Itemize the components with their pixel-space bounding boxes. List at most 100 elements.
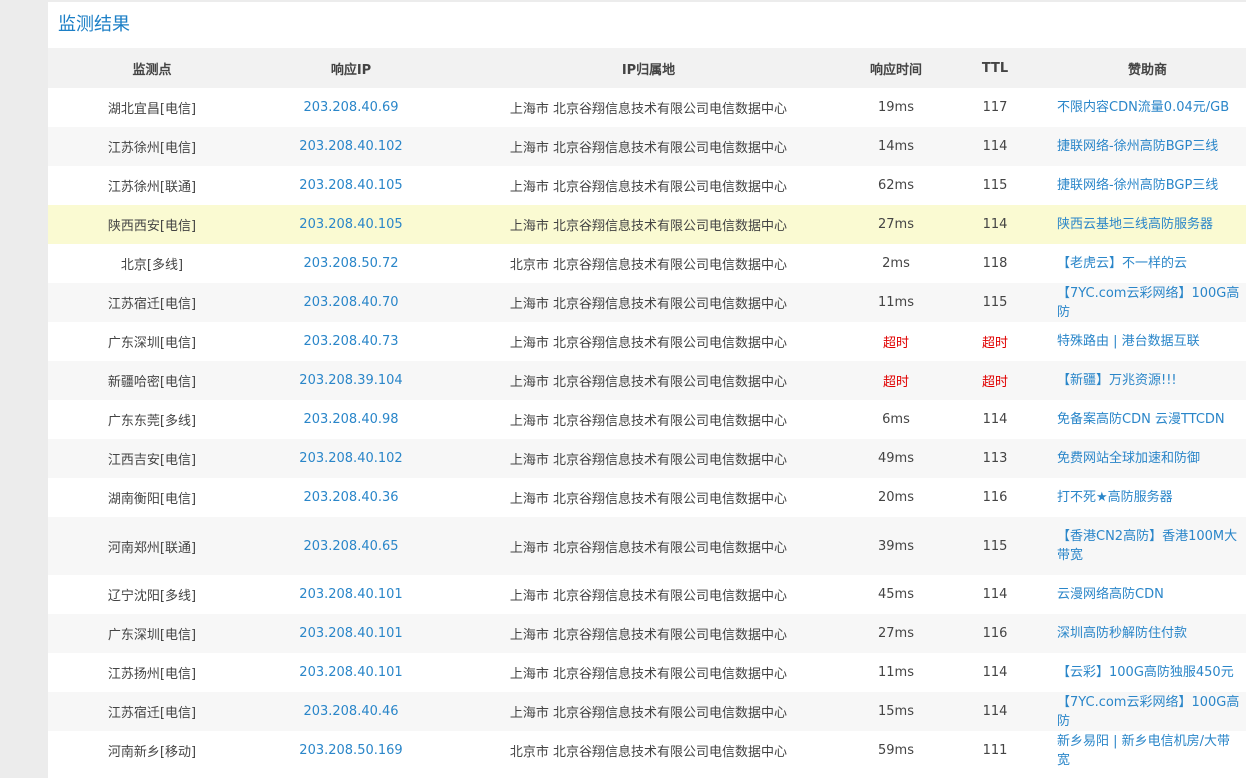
table-row: 江苏宿迁[电信] 203.208.40.46 上海市 北京谷翔信息技术有限公司电信数…: [48, 692, 1246, 731]
ip-location: 上海市 北京谷翔信息技术有限公司电信数据中心: [509, 589, 788, 604]
ttl-value: 116: [982, 490, 1008, 505]
response-time: 6ms: [882, 412, 910, 427]
ip-location: 上海市 北京谷翔信息技术有限公司电信数据中心: [509, 102, 788, 117]
ip-location: 上海市 北京谷翔信息技术有限公司电信数据中心: [509, 336, 788, 351]
monitor-point: 江苏扬州[电信]: [107, 667, 197, 682]
ttl-value: 115: [982, 178, 1008, 193]
sponsor-link[interactable]: 【老虎云】不一样的云: [1049, 244, 1246, 283]
ip-location: 上海市 北京谷翔信息技术有限公司电信数据中心: [509, 628, 788, 643]
ttl-value: 111: [982, 743, 1008, 758]
table-row: 江苏宿迁[电信] 203.208.40.70 上海市 北京谷翔信息技术有限公司电信数…: [48, 283, 1246, 322]
response-ip-link[interactable]: 203.208.50.72: [256, 244, 446, 283]
sponsor-link[interactable]: 【云彩】100G高防独服450元: [1049, 653, 1246, 692]
table-row: 湖北宜昌[电信] 203.208.40.69 上海市 北京谷翔信息技术有限公司电信数…: [48, 88, 1246, 127]
response-ip-link[interactable]: 203.208.39.104: [256, 361, 446, 400]
header-sponsor: 赞助商: [1127, 62, 1167, 78]
response-ip-link[interactable]: 203.208.40.102: [256, 439, 446, 478]
monitor-point: 湖南衡阳[电信]: [107, 492, 197, 507]
header-time: 响应时间: [869, 62, 922, 78]
response-time: 14ms: [878, 139, 914, 154]
header-point: 监测点: [132, 62, 172, 78]
ip-location: 上海市 北京谷翔信息技术有限公司电信数据中心: [509, 667, 788, 682]
monitor-point: 新疆哈密[电信]: [107, 375, 197, 390]
response-time: 27ms: [878, 626, 914, 641]
response-ip-link[interactable]: 203.208.40.46: [256, 692, 446, 731]
response-ip-link[interactable]: 203.208.40.101: [256, 614, 446, 653]
sponsor-link[interactable]: 免费网站全球加速和防御: [1049, 439, 1246, 478]
table-body: 湖北宜昌[电信] 203.208.40.69 上海市 北京谷翔信息技术有限公司电信数…: [48, 88, 1246, 770]
ip-location: 上海市 北京谷翔信息技术有限公司电信数据中心: [509, 141, 788, 156]
ttl-value: 超时: [981, 375, 1008, 390]
sponsor-link[interactable]: 【7YC.com云彩网络】100G高防: [1049, 692, 1246, 731]
ttl-value: 114: [982, 587, 1008, 602]
header-location: IP归属地: [621, 62, 676, 78]
sponsor-link[interactable]: 打不死★高防服务器: [1049, 478, 1246, 517]
ttl-value: 114: [982, 412, 1008, 427]
monitor-point: 江西吉安[电信]: [107, 453, 197, 468]
results-table: 监测点 响应IP IP归属地 响应时间 TTL 赞助商 湖北宜昌[电信] 203.…: [48, 48, 1246, 770]
ip-location: 上海市 北京谷翔信息技术有限公司电信数据中心: [509, 375, 788, 390]
ip-location: 上海市 北京谷翔信息技术有限公司电信数据中心: [509, 492, 788, 507]
monitor-point: 陕西西安[电信]: [107, 219, 197, 234]
response-ip-link[interactable]: 203.208.40.105: [256, 205, 446, 244]
sponsor-link[interactable]: 特殊路由 | 港台数据互联: [1049, 322, 1246, 361]
table-header-row: 监测点 响应IP IP归属地 响应时间 TTL 赞助商: [48, 48, 1246, 88]
response-ip-link[interactable]: 203.208.40.70: [256, 283, 446, 322]
ip-location: 上海市 北京谷翔信息技术有限公司电信数据中心: [509, 453, 788, 468]
results-panel: 监测结果 监测点 响应IP IP归属地 响应时间 TTL 赞助商 湖北宜昌[电信…: [48, 2, 1246, 778]
ip-location: 上海市 北京谷翔信息技术有限公司电信数据中心: [509, 706, 788, 721]
response-time: 20ms: [878, 490, 914, 505]
response-time: 39ms: [878, 538, 914, 554]
sponsor-link[interactable]: 新乡易阳 | 新乡电信机房/大带宽: [1049, 731, 1246, 770]
response-ip-link[interactable]: 203.208.40.101: [256, 653, 446, 692]
response-time: 45ms: [878, 587, 914, 602]
monitor-point: 江苏徐州[联通]: [107, 180, 197, 195]
response-ip-link[interactable]: 203.208.40.69: [256, 88, 446, 127]
sponsor-link[interactable]: 不限内容CDN流量0.04元/GB: [1049, 88, 1246, 127]
response-ip-link[interactable]: 203.208.40.105: [256, 166, 446, 205]
response-ip-link[interactable]: 203.208.40.102: [256, 127, 446, 166]
response-time: 19ms: [878, 100, 914, 115]
response-ip-link[interactable]: 203.208.40.101: [256, 575, 446, 614]
monitor-point: 广东东莞[多线]: [107, 414, 197, 429]
response-time: 62ms: [878, 178, 914, 193]
monitor-point: 辽宁沈阳[多线]: [107, 589, 197, 604]
ip-location: 上海市 北京谷翔信息技术有限公司电信数据中心: [509, 297, 788, 312]
sponsor-link[interactable]: 免备案高防CDN 云漫TTCDN: [1049, 400, 1246, 439]
table-row: 广东深圳[电信] 203.208.40.101 上海市 北京谷翔信息技术有限公司电信…: [48, 614, 1246, 653]
response-time: 49ms: [878, 451, 914, 466]
sponsor-link[interactable]: 云漫网络高防CDN: [1049, 575, 1246, 614]
table-row: 江苏扬州[电信] 203.208.40.101 上海市 北京谷翔信息技术有限公司电信…: [48, 653, 1246, 692]
ttl-value: 117: [982, 100, 1008, 115]
response-ip-link[interactable]: 203.208.50.169: [256, 731, 446, 770]
sponsor-link[interactable]: 捷联网络-徐州高防BGP三线: [1049, 166, 1246, 205]
ip-location: 上海市 北京谷翔信息技术有限公司电信数据中心: [509, 414, 788, 429]
sponsor-link[interactable]: 深圳高防秒解防住付款: [1049, 614, 1246, 653]
table-row: 江西吉安[电信] 203.208.40.102 上海市 北京谷翔信息技术有限公司电信…: [48, 439, 1246, 478]
response-time: 11ms: [878, 295, 914, 310]
response-time: 15ms: [878, 704, 914, 719]
response-ip-link[interactable]: 203.208.40.98: [256, 400, 446, 439]
table-row: 湖南衡阳[电信] 203.208.40.36 上海市 北京谷翔信息技术有限公司电信数…: [48, 478, 1246, 517]
ttl-value: 118: [982, 256, 1008, 271]
ttl-value: 超时: [981, 336, 1008, 351]
sponsor-link[interactable]: 陕西云基地三线高防服务器: [1049, 205, 1246, 244]
ttl-value: 115: [982, 538, 1008, 554]
table-row: 江苏徐州[联通] 203.208.40.105 上海市 北京谷翔信息技术有限公司电信…: [48, 166, 1246, 205]
monitor-point: 湖北宜昌[电信]: [107, 102, 197, 117]
ip-location: 上海市 北京谷翔信息技术有限公司电信数据中心: [509, 540, 788, 556]
header-ip: 响应IP: [330, 62, 372, 78]
sponsor-link[interactable]: 【7YC.com云彩网络】100G高防: [1049, 283, 1246, 322]
monitor-point: 北京[多线]: [120, 258, 184, 273]
sponsor-link[interactable]: 【香港CN2高防】香港100M大带宽: [1049, 517, 1246, 575]
ttl-value: 114: [982, 139, 1008, 154]
monitor-point: 河南郑州[联通]: [107, 540, 197, 556]
response-ip-link[interactable]: 203.208.40.36: [256, 478, 446, 517]
response-ip-link[interactable]: 203.208.40.73: [256, 322, 446, 361]
ip-location: 上海市 北京谷翔信息技术有限公司电信数据中心: [509, 180, 788, 195]
response-time: 超时: [882, 375, 909, 390]
sponsor-link[interactable]: 捷联网络-徐州高防BGP三线: [1049, 127, 1246, 166]
response-ip-link[interactable]: 203.208.40.65: [256, 517, 446, 575]
sponsor-link[interactable]: 【新疆】万兆资源!!!: [1049, 361, 1246, 400]
table-row: 江苏徐州[电信] 203.208.40.102 上海市 北京谷翔信息技术有限公司电信…: [48, 127, 1246, 166]
